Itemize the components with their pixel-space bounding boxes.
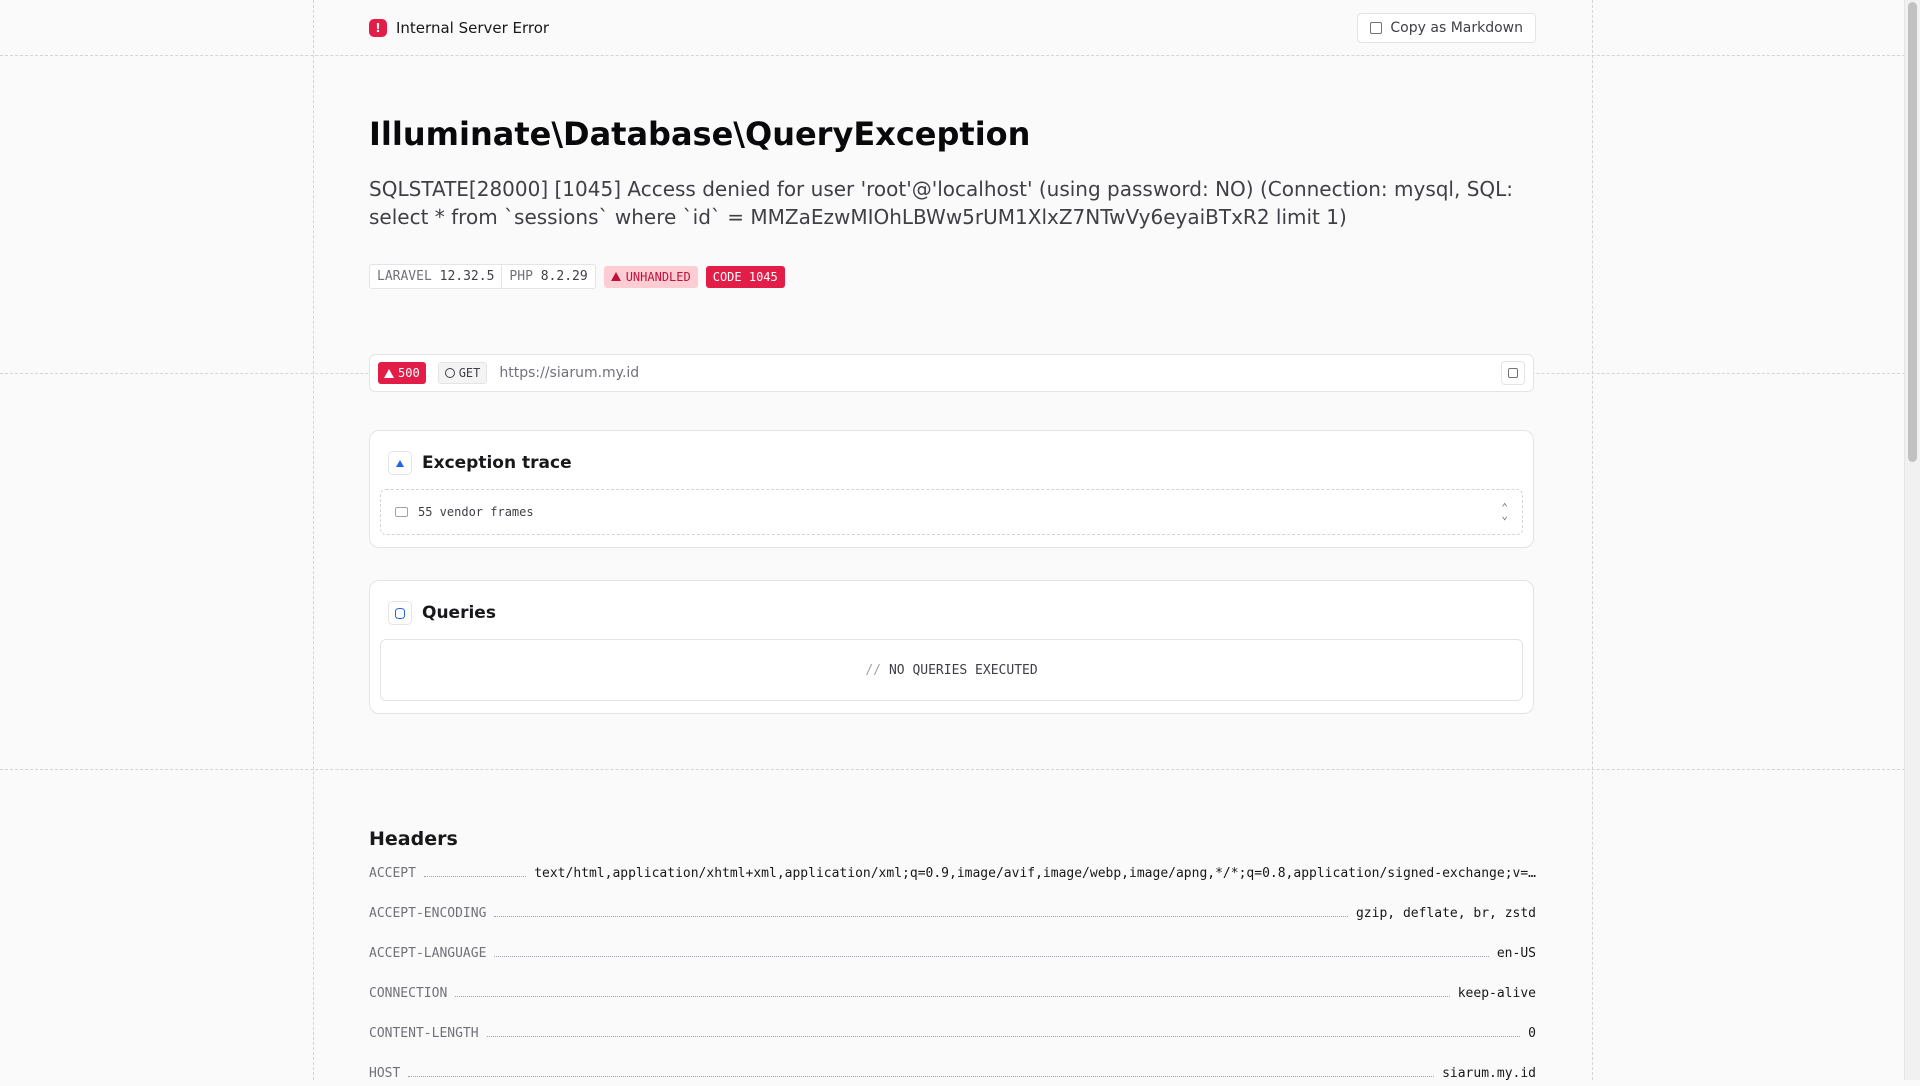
method-label: GET	[458, 366, 481, 380]
comment-prefix: //	[865, 662, 881, 678]
copy-icon	[1370, 21, 1383, 34]
status-code: 500	[398, 366, 420, 380]
guide-line-left	[313, 0, 314, 1080]
copy-as-markdown-button[interactable]: Copy as Markdown	[1357, 12, 1536, 43]
guide-line-right	[1592, 0, 1593, 1080]
guide-line-top	[0, 55, 1905, 56]
badge-row: LARAVEL 12.32.5 PHP 8.2.29 UNHANDLED COD…	[369, 264, 785, 289]
header-row: CONNECTION keep-alive	[369, 986, 1536, 1006]
no-queries-label: NO QUERIES EXECUTED	[888, 662, 1038, 678]
leader-dots	[455, 986, 1450, 997]
exception-trace-title: Exception trace	[422, 453, 572, 473]
header-key: CONTENT-LENGTH	[369, 1026, 479, 1041]
header-row: ACCEPT text/html,application/xhtml+xml,a…	[369, 866, 1536, 886]
php-value: 8.2.29	[540, 269, 588, 284]
method-badge: GET	[437, 362, 488, 384]
error-icon: !	[369, 18, 387, 37]
queries-card: Queries // NO QUERIES EXECUTED	[369, 580, 1534, 714]
unhandled-label: UNHANDLED	[625, 269, 691, 284]
request-bar: 500 GET https://siarum.my.id	[369, 354, 1534, 392]
header-key: ACCEPT-ENCODING	[369, 906, 487, 921]
header-key: ACCEPT	[369, 866, 416, 881]
header-key: ACCEPT-LANGUAGE	[369, 946, 487, 961]
version-box: LARAVEL 12.32.5 PHP 8.2.29	[369, 264, 596, 289]
header-value: en-US	[1496, 946, 1536, 961]
no-queries-panel: // NO QUERIES EXECUTED	[380, 639, 1523, 701]
queries-header: Queries	[370, 581, 1533, 625]
leader-dots	[423, 866, 527, 877]
headers-title: Headers	[369, 828, 458, 850]
leader-dots	[494, 946, 1489, 957]
laravel-value: 12.32.5	[439, 269, 495, 284]
status-badge: 500	[378, 362, 426, 384]
vendor-frames-toggle[interactable]: 55 vendor frames ⌃ ⌄	[380, 489, 1523, 535]
vendor-frames-label: 55 vendor frames	[418, 505, 534, 519]
leader-dots	[486, 1026, 1521, 1037]
php-version: PHP 8.2.29	[501, 265, 594, 288]
header-value: keep-alive	[1457, 986, 1536, 1001]
queries-title: Queries	[422, 603, 496, 623]
warning-icon	[384, 368, 394, 378]
page-brand: ! Internal Server Error	[369, 18, 550, 37]
leader-dots	[494, 906, 1348, 917]
leader-dots	[408, 1066, 1435, 1077]
header-value: 0	[1528, 1026, 1536, 1041]
top-bar: ! Internal Server Error Copy as Markdown	[369, 0, 1536, 55]
laravel-version: LARAVEL 12.32.5	[370, 265, 501, 288]
copy-url-button[interactable]	[1501, 361, 1525, 385]
globe-icon	[444, 368, 455, 378]
folder-icon	[395, 507, 408, 517]
exception-class: Illuminate\Database\QueryException	[369, 115, 1031, 153]
exception-message: SQLSTATE[28000] [1045] Access denied for…	[369, 177, 1514, 229]
scrollbar-thumb[interactable]	[1908, 2, 1917, 462]
header-row: ACCEPT-ENCODING gzip, deflate, br, zstd	[369, 906, 1536, 926]
unhandled-badge: UNHANDLED	[603, 265, 698, 288]
header-row: CONTENT-LENGTH 0	[369, 1026, 1536, 1046]
header-key: HOST	[369, 1066, 401, 1081]
warning-icon	[610, 272, 621, 281]
guide-line-lower	[0, 769, 1905, 770]
php-label: PHP	[509, 269, 533, 284]
header-value: siarum.my.id	[1442, 1066, 1536, 1081]
chevron-up-down-icon: ⌃ ⌄	[1501, 501, 1508, 522]
database-icon	[388, 601, 412, 625]
alert-triangle-icon	[388, 451, 412, 475]
request-url: https://siarum.my.id	[499, 365, 640, 381]
page-heading: Internal Server Error	[396, 18, 550, 37]
laravel-label: LARAVEL	[377, 269, 432, 284]
copy-icon	[1508, 368, 1518, 378]
copy-as-markdown-label: Copy as Markdown	[1390, 19, 1523, 36]
header-value: gzip, deflate, br, zstd	[1355, 906, 1536, 921]
header-key: CONNECTION	[369, 986, 448, 1001]
header-row: HOST siarum.my.id	[369, 1066, 1536, 1086]
error-code-badge: CODE 1045	[705, 265, 785, 288]
header-row: ACCEPT-LANGUAGE en-US	[369, 946, 1536, 966]
page-scrollbar[interactable]	[1904, 0, 1920, 1080]
exception-trace-header: Exception trace	[370, 431, 1533, 475]
exception-trace-card: Exception trace 55 vendor frames ⌃ ⌄	[369, 430, 1534, 548]
header-value: text/html,application/xhtml+xml,applicat…	[534, 866, 1536, 881]
